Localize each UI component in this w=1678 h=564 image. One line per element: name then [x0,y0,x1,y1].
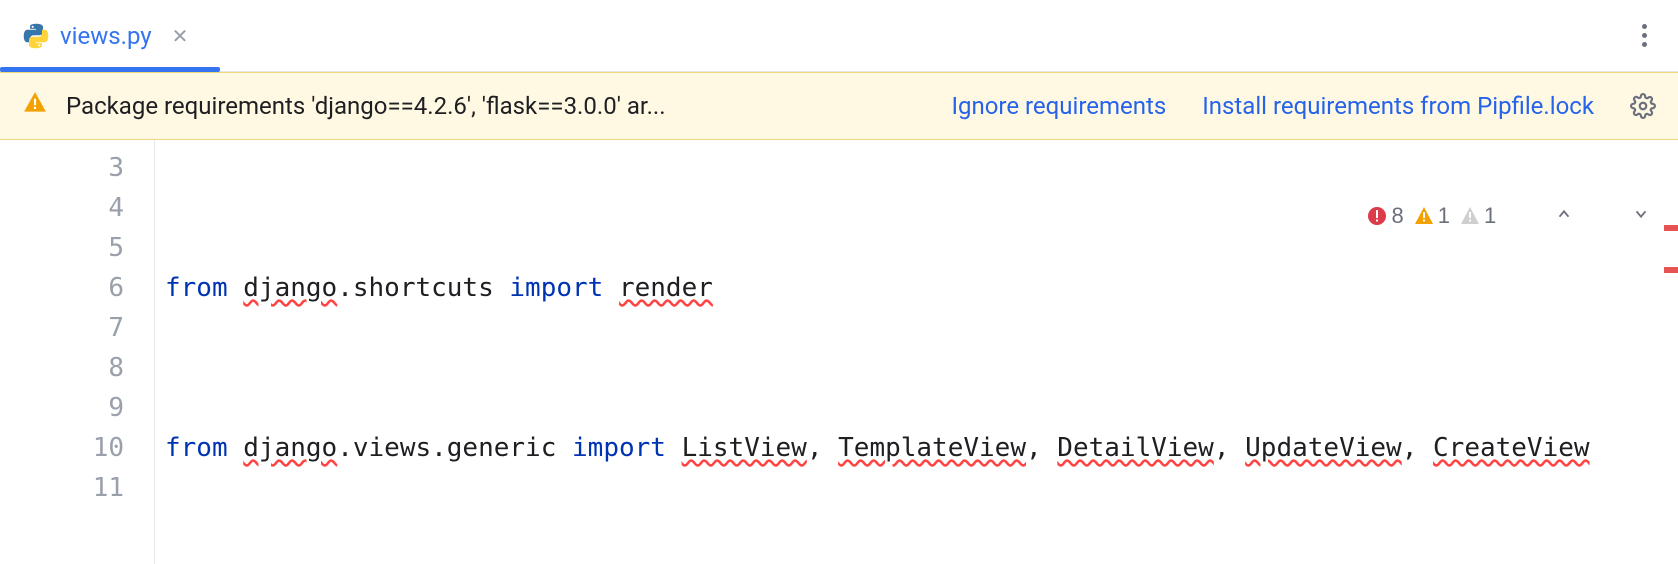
error-marker[interactable] [1664,225,1678,231]
inspection-summary[interactable]: 8 1 1 [1363,154,1654,278]
line-number: 6 [0,268,124,308]
line-number: 11 [0,468,124,508]
warning-indicator[interactable]: 1 [1414,196,1450,236]
package-requirements-banner: Package requirements 'django==4.2.6', 'f… [0,72,1678,140]
ignore-requirements-link[interactable]: Ignore requirements [951,92,1166,120]
line-number: 7 [0,308,124,348]
active-tab-indicator [0,67,220,72]
banner-message: Package requirements 'django==4.2.6', 'f… [66,92,666,120]
line-number-gutter: 34567891011 [0,140,155,564]
line-number: 5 [0,228,124,268]
more-actions-icon[interactable] [1630,22,1658,50]
prev-highlight-icon[interactable] [1506,156,1573,276]
code-area[interactable]: from django.shortcuts import render from… [155,140,1678,564]
warning-count: 1 [1438,196,1450,236]
file-tab-label: views.py [60,22,152,50]
weak-warning-indicator[interactable]: 1 [1460,196,1496,236]
close-tab-icon[interactable]: ✕ [172,24,189,48]
error-count: 8 [1391,196,1403,236]
error-indicator[interactable]: 8 [1367,196,1403,236]
line-number: 4 [0,188,124,228]
error-marker[interactable] [1664,267,1678,273]
weak-warning-count: 1 [1484,196,1496,236]
code-editor[interactable]: 34567891011 from django.shortcuts import… [0,140,1678,564]
tab-actions [1630,22,1678,50]
python-file-icon [22,22,50,50]
line-number: 10 [0,428,124,468]
line-number: 8 [0,348,124,388]
install-requirements-link[interactable]: Install requirements from Pipfile.lock [1202,92,1594,120]
error-stripe[interactable] [1662,140,1678,564]
file-tab[interactable]: views.py ✕ [0,0,210,71]
next-highlight-icon[interactable] [1583,156,1650,276]
tab-bar: views.py ✕ [0,0,1678,72]
banner-settings-icon[interactable] [1630,93,1656,119]
line-number: 3 [0,148,124,188]
warning-triangle-icon [22,90,48,122]
line-number: 9 [0,388,124,428]
code-line: from django.views.generic import ListVie… [165,428,1668,468]
